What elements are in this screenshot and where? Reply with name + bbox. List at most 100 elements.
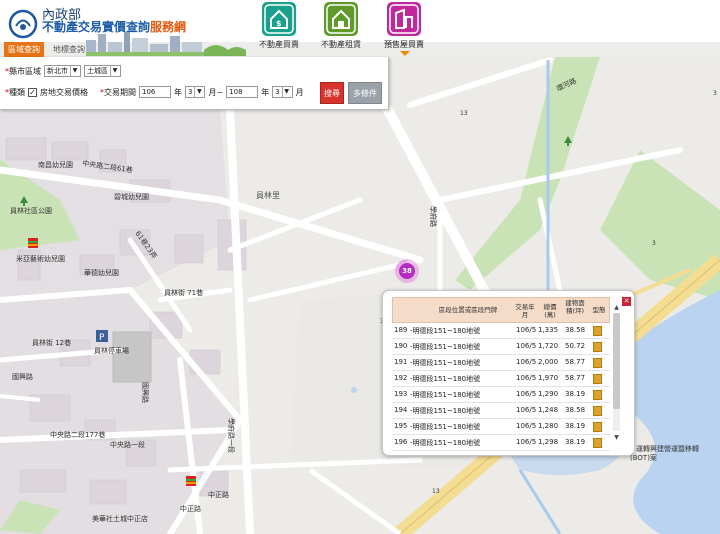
map-cluster-marker[interactable]: 38 [394, 258, 420, 284]
table-row[interactable]: 193 -明德段151~180地號 106/5 1,290 38.19 [392, 387, 610, 403]
building-type-icon[interactable] [593, 422, 602, 432]
row-area: 58.77 [565, 358, 586, 366]
table-row[interactable]: 196 -明德段151~180地號 106/5 1,298 38.19 [392, 435, 610, 451]
tree-icon [20, 196, 28, 206]
tab-area-query[interactable]: 區域查詢 [4, 42, 44, 57]
nav-real-estate-rent-label: 不動產租賃 [321, 40, 361, 49]
row-price: 2,000 [538, 358, 559, 366]
map-label-road: 中正路 [208, 491, 229, 499]
building-type-icon[interactable] [593, 342, 602, 352]
map-label-poi: 南昌幼兒園 [38, 161, 73, 169]
county-label: *縣市區域 [5, 66, 41, 76]
scroll-thumb[interactable] [613, 313, 620, 409]
row-price: 1,970 [538, 374, 559, 382]
row-date: 106/5 [516, 342, 537, 350]
start-year-input[interactable]: 106 [139, 86, 171, 98]
table-row[interactable]: 192 -明德段151~180地號 106/5 1,970 58.77 [392, 371, 610, 387]
row-id: 195 [394, 422, 408, 430]
row-area: 38.58 [565, 406, 586, 414]
route-shield-icon: 13 [460, 110, 468, 117]
scroll-up-icon[interactable]: ▲ [612, 303, 621, 312]
building-type-icon[interactable] [593, 406, 602, 416]
county-select[interactable]: 新北市 ▼ [44, 65, 81, 77]
nav-presale-button[interactable]: 預售屋買賣 [377, 2, 431, 54]
row-id: 196 [394, 438, 408, 446]
route-shield-icon: 3 [652, 240, 656, 247]
type-label: *種類 [5, 87, 25, 97]
row-address: -明德段151~180地號 [410, 375, 481, 383]
nav-real-estate-sale-button[interactable]: $ 不動產買賣 [252, 2, 306, 54]
map-label-poi: (BOT)案 [630, 454, 657, 462]
nav-real-estate-rent-button[interactable]: 不動產租賃 [314, 2, 368, 54]
row-area: 38.19 [565, 422, 586, 430]
row-address: -明德段151~180地號 [410, 423, 481, 431]
building-type-icon[interactable] [593, 390, 602, 400]
row-area: 38.58 [565, 326, 586, 334]
row-date: 106/5 [516, 358, 537, 366]
chevron-down-icon: ▼ [194, 87, 203, 97]
map-label-road: 中央路一段 [110, 441, 145, 449]
table-row[interactable]: 195 -明德段151~180地號 106/5 1,280 38.19 [392, 419, 610, 435]
table-row[interactable]: 194 -明德段151~180地號 106/5 1,248 38.58 [392, 403, 610, 419]
table-row[interactable]: 191 -明德段151~180地號 106/5 2,000 58.77 [392, 355, 610, 371]
map-label-road: 中央路二段177巷 [50, 431, 106, 439]
row-date: 106/5 [516, 326, 537, 334]
row-id: 189 [394, 326, 408, 334]
row-area: 58.77 [565, 374, 586, 382]
row-address: -明德段151~180地號 [410, 359, 481, 367]
map-label-road: 員林街 71巷 [164, 289, 204, 297]
close-icon[interactable]: ✕ [622, 297, 631, 306]
header-date: 交易年月 [515, 303, 535, 319]
building-type-icon[interactable] [593, 438, 602, 448]
land-price-label: 房地交易價格 [40, 87, 88, 97]
row-area: 38.19 [565, 390, 586, 398]
scroll-down-icon[interactable]: ▼ [612, 433, 621, 442]
map-label-park: 員林社區公園 [10, 207, 52, 215]
year-unit: 年 [174, 87, 182, 97]
table-row[interactable]: 189 -明德段151~180地號 106/5 1,335 38.58 [392, 323, 610, 339]
map-label-road: 學府路 [429, 206, 437, 227]
building-type-icon[interactable] [593, 374, 602, 384]
year-unit: 年 [261, 87, 270, 97]
month-range-sep: 月~ [208, 87, 224, 97]
popup-scrollbar[interactable]: ▲ ▼ [612, 303, 621, 442]
nav-real-estate-sale-label: 不動產買賣 [259, 40, 299, 49]
header-address: 區段位置或區段門牌 [438, 306, 498, 314]
land-price-checkbox[interactable]: ✓ [28, 87, 37, 97]
map-label-road: 國興路 [12, 373, 33, 381]
type-row: *種類 ✓ 房地交易價格 *交易期間 106 年 3 ▼ 月~ 108 年 3 ▼ … [5, 86, 304, 98]
district-select[interactable]: 土城區 ▼ [84, 65, 121, 77]
row-price: 1,290 [538, 390, 559, 398]
row-date: 106/5 [516, 438, 537, 446]
chevron-down-icon: ▼ [70, 66, 79, 76]
map-label-poi: 碧城幼兒園 [114, 193, 149, 201]
map-label-poi: 米亞藝術幼兒園 [16, 255, 65, 263]
popup-table-body: 189 -明德段151~180地號 106/5 1,335 38.58 190 -明德段15… [392, 323, 610, 451]
tab-landmark-query[interactable]: 地標查詢 [50, 42, 88, 57]
table-row[interactable]: 190 -明德段151~180地號 106/5 1,720 50.72 [392, 339, 610, 355]
building-type-icon[interactable] [593, 358, 602, 368]
search-button[interactable]: 搜尋 [320, 82, 344, 104]
route-shield-icon: 3 [713, 90, 717, 97]
row-address: -明德段151~180地號 [410, 391, 481, 399]
start-month-select[interactable]: 3 ▼ [185, 86, 206, 98]
map-label-village: 員林里 [256, 191, 280, 200]
row-area: 38.19 [565, 438, 586, 446]
row-id: 191 [394, 358, 408, 366]
row-address: -明德段151~180地號 [410, 439, 481, 447]
row-price: 1,335 [538, 326, 559, 334]
more-conditions-button[interactable]: 多條件 [348, 82, 382, 104]
nav-presale-label: 預售屋買賣 [384, 40, 424, 49]
row-date: 106/5 [516, 374, 537, 382]
row-id: 193 [394, 390, 408, 398]
header-type: 型態 [592, 306, 606, 314]
house-rent-icon [324, 2, 358, 36]
building-type-icon[interactable] [593, 326, 602, 336]
end-month-select[interactable]: 3 ▼ [272, 86, 293, 98]
row-price: 1,720 [538, 342, 559, 350]
row-address: -明德段151~180地號 [410, 327, 481, 335]
end-year-input[interactable]: 108 [226, 86, 259, 98]
store-icon [186, 476, 196, 486]
map-label-road: 中正路 [180, 505, 201, 513]
row-date: 106/5 [516, 390, 537, 398]
